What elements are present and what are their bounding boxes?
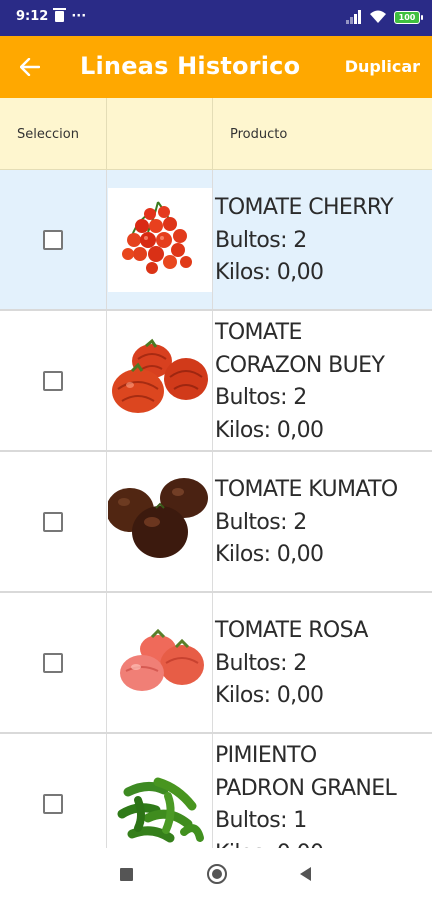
trash-icon [53, 8, 67, 22]
more-notifications-icon: ··· [71, 9, 87, 24]
product-kilos: Kilos: 0,00 [215, 417, 324, 443]
product-kilos: Kilos: 0,00 [215, 838, 432, 849]
product-bultos: Bultos: 1 [215, 808, 307, 833]
back-button[interactable] [14, 51, 46, 83]
selection-cell [0, 311, 107, 450]
corazon-buey-tomato-image [107, 328, 212, 433]
product-info: TOMATE ROSA Bultos: 2 Kilos: 0,00 [215, 593, 432, 732]
image-cell [107, 311, 213, 450]
signal-icon [346, 10, 362, 24]
selection-cell [0, 593, 107, 732]
product-bultos: Bultos: 2 [215, 227, 307, 253]
product-kilos: Kilos: 0,00 [215, 260, 324, 285]
product-bultos: Bultos: 2 [215, 385, 307, 410]
status-time: 9:12 [16, 9, 49, 24]
product-bultos: Bultos: 2 [215, 650, 307, 676]
selection-cell [0, 452, 107, 591]
product-name-line-2: CORAZON BUEY [215, 352, 385, 378]
product-info: TOMATE CHERRY Bultos: 2 Kilos: 0,00 [215, 170, 432, 309]
kumato-tomato-image [107, 469, 212, 574]
product-name-line-2: PADRON GRANEL [215, 775, 397, 801]
image-cell [107, 593, 213, 732]
row-checkbox[interactable] [43, 229, 63, 250]
pink-tomato-image [107, 610, 212, 715]
product-name-line-1: PIMIENTO [215, 743, 317, 768]
table-row[interactable]: TOMATE ROSA Bultos: 2 Kilos: 0,00 [0, 593, 432, 734]
page-title: Lineas Historico [80, 52, 301, 80]
table-row[interactable]: TOMATE KUMATO Bultos: 2 Kilos: 0,00 [0, 452, 432, 593]
column-header-image [107, 98, 213, 170]
image-cell [107, 734, 213, 848]
table-header: Seleccion Producto [0, 98, 432, 170]
navigation-bar [0, 848, 432, 900]
circle-home-icon[interactable] [207, 864, 227, 884]
table-row[interactable]: TOMATE CHERRY Bultos: 2 Kilos: 0,00 [0, 170, 432, 311]
selection-cell [0, 170, 107, 309]
product-kilos: Kilos: 0,00 [215, 542, 324, 567]
status-bar: 9:12 ··· 100 [0, 0, 432, 36]
selection-cell [0, 734, 107, 848]
triangle-back-icon[interactable] [300, 867, 311, 881]
product-name: TOMATE CHERRY [215, 195, 394, 220]
status-right: 100 [346, 10, 423, 24]
row-checkbox[interactable] [43, 793, 63, 814]
product-name-line-1: TOMATE [215, 320, 302, 345]
square-recent-icon[interactable] [120, 868, 133, 881]
product-info: TOMATE KUMATO Bultos: 2 Kilos: 0,00 [215, 452, 432, 591]
product-bultos: Bultos: 2 [215, 509, 307, 535]
duplicate-button[interactable]: Duplicar [345, 57, 420, 76]
battery-icon: 100 [394, 10, 423, 24]
image-cell [107, 170, 213, 309]
product-kilos: Kilos: 0,00 [215, 683, 324, 708]
image-cell [107, 452, 213, 591]
table-row[interactable]: TOMATE CORAZON BUEY Bultos: 2 Kilos: 0,0… [0, 311, 432, 452]
arrow-left-icon [20, 58, 40, 76]
wifi-icon [370, 10, 386, 23]
product-list[interactable]: TOMATE CHERRY Bultos: 2 Kilos: 0,00 TOMA… [0, 170, 432, 848]
battery-level: 100 [398, 12, 416, 22]
app-bar: Lineas Historico Duplicar [0, 36, 432, 98]
row-checkbox[interactable] [43, 370, 63, 391]
row-checkbox[interactable] [43, 652, 63, 673]
column-header-product: Producto [230, 126, 288, 142]
cherry-tomato-image [107, 187, 212, 292]
table-row[interactable]: PIMIENTO PADRON GRANEL Bultos: 1 Kilos: … [0, 734, 432, 848]
product-name: TOMATE ROSA [215, 618, 368, 643]
product-info: TOMATE CORAZON BUEY Bultos: 2 Kilos: 0,0… [215, 311, 432, 450]
product-info: PIMIENTO PADRON GRANEL Bultos: 1 Kilos: … [215, 734, 432, 848]
status-left: 9:12 ··· [16, 8, 87, 24]
product-name: TOMATE KUMATO [215, 477, 398, 502]
row-checkbox[interactable] [43, 511, 63, 532]
column-header-selection: Seleccion [0, 98, 107, 170]
padron-peppers-image [107, 751, 212, 848]
